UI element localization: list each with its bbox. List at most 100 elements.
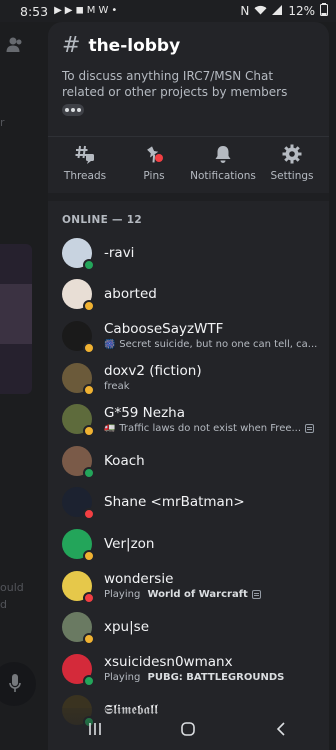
channel-header: # the-lobby To discuss anything IRC7/MSN… — [48, 22, 329, 120]
settings-button[interactable]: Settings — [259, 144, 325, 182]
youtube-icon: ▶ — [64, 5, 73, 16]
status-idle-indicator — [83, 425, 95, 438]
status-dnd-indicator — [83, 508, 95, 521]
threads-icon — [75, 145, 94, 164]
status-idle-indicator — [83, 300, 95, 313]
status-idle-indicator — [83, 549, 95, 562]
avatar — [62, 570, 95, 604]
member-name: xsuicidesn0wmanx — [104, 654, 233, 671]
rich-presence-icon — [251, 590, 261, 600]
home-icon[interactable] — [180, 721, 196, 737]
channel-topic[interactable]: To discuss anything IRC7/MSN Chat relate… — [62, 68, 315, 100]
bell-icon — [215, 146, 231, 163]
system-icons: N 12% — [240, 3, 328, 19]
wishlist-icon: W — [98, 5, 109, 16]
system-nav-bar — [48, 708, 329, 750]
member-name: G*59 Nezha — [104, 404, 185, 421]
member-item[interactable]: Shane <mrBatman> — [48, 482, 329, 524]
recent-apps-icon[interactable] — [87, 721, 103, 737]
status-idle-indicator — [83, 341, 95, 354]
status-bar: 8:53 ▶ ▶ ◼ M W • N 12% — [0, 0, 336, 22]
gmail-icon: M — [86, 5, 96, 16]
custom-status: freak — [104, 381, 130, 393]
custom-status: Traffic laws do not exist when Free... — [119, 422, 302, 434]
battery-icon — [320, 3, 328, 19]
member-item[interactable]: CabooseSayzWTF 🎆 Secret suicide, but no on… — [48, 315, 329, 357]
member-name: doxv2 (fiction) — [104, 363, 202, 380]
screen: 8:53 ▶ ▶ ◼ M W • N 12% r ould d # the-lo… — [0, 0, 336, 750]
member-name: wondersie — [104, 571, 174, 588]
member-item[interactable]: xpu|se — [48, 606, 329, 648]
gear-icon — [282, 144, 302, 164]
member-name: Shane <mrBatman> — [104, 494, 245, 511]
member-status-text: 🎆 Secret suicide, but no one can tell, ca… — [104, 339, 317, 350]
custom-status: Secret suicide, but no one can tell, ca.… — [119, 339, 318, 351]
status-time: 8:53 — [20, 3, 49, 19]
channel-info-panel: # the-lobby To discuss anything IRC7/MSN… — [48, 22, 329, 750]
member-item[interactable]: xsuicidesn0wmanx Playing PUBG: BATTLEGROU… — [48, 648, 329, 690]
avatar — [62, 362, 95, 396]
activity-name: World of Warcraft — [147, 589, 248, 601]
member-name: Ver|zon — [104, 535, 155, 552]
status-online-indicator — [83, 258, 95, 271]
notification-icons: ▶ ▶ ◼ M W • — [54, 6, 117, 16]
avatar — [62, 653, 95, 687]
member-status-text: 🚛 Traffic laws do not exist when Free... — [104, 422, 315, 434]
activity-name: PUBG: BATTLEGROUNDS — [147, 672, 285, 684]
member-item[interactable]: Ver|zon — [48, 523, 329, 565]
nfc-icon: N — [240, 4, 250, 18]
pin-icon — [147, 146, 163, 163]
member-name: -ravi — [104, 244, 135, 261]
avatar — [62, 279, 95, 313]
members-section-header: ONLINE — 12 — [62, 214, 142, 226]
signal-icon — [272, 4, 283, 18]
member-item[interactable]: Koach — [48, 440, 329, 482]
member-item[interactable]: G*59 Nezha 🚛 Traffic laws do not exist whe… — [48, 398, 329, 440]
channel-actions: Threads Pins Notifications Settings — [48, 137, 329, 189]
rich-presence-icon — [305, 423, 315, 433]
avatar — [62, 404, 95, 438]
member-status-text: Playing PUBG: BATTLEGROUNDS — [104, 672, 284, 683]
status-online-indicator — [83, 674, 95, 687]
channel-hash-icon: # — [62, 33, 81, 58]
status-prefix: 🚛 — [104, 423, 116, 434]
pins-label: Pins — [143, 170, 165, 182]
member-list: -ravi aborted CabooseSayzWTF 🎆 Secret suicid… — [48, 232, 329, 731]
wifi-icon — [254, 4, 267, 18]
member-name: xpu|se — [104, 619, 150, 636]
member-item[interactable]: -ravi — [48, 232, 329, 274]
chat-icon: ◼ — [75, 5, 84, 16]
back-icon[interactable] — [274, 721, 290, 737]
more-dot: • — [111, 5, 118, 16]
member-name: aborted — [104, 286, 157, 303]
more-options-icon[interactable] — [62, 104, 84, 116]
status-prefix: Playing — [104, 589, 144, 601]
avatar — [62, 487, 95, 521]
avatar — [62, 445, 95, 479]
notifications-label: Notifications — [190, 170, 256, 182]
status-dnd-indicator — [83, 591, 95, 604]
youtube-icon: ▶ — [54, 5, 62, 16]
status-prefix: Playing — [104, 672, 144, 684]
avatar — [62, 528, 95, 562]
threads-label: Threads — [63, 170, 107, 182]
member-item[interactable]: doxv2 (fiction) freak — [48, 357, 329, 399]
notifications-button[interactable]: Notifications — [190, 144, 256, 182]
member-name: Koach — [104, 452, 145, 469]
member-item[interactable]: aborted — [48, 274, 329, 316]
avatar — [62, 320, 95, 354]
avatar — [62, 612, 95, 646]
battery-level: 12% — [288, 4, 315, 18]
pins-button[interactable]: Pins — [121, 144, 187, 182]
member-name: CabooseSayzWTF — [104, 321, 224, 338]
status-idle-indicator — [83, 633, 95, 646]
member-status-text: freak — [104, 381, 202, 392]
settings-label: Settings — [270, 170, 314, 182]
member-item[interactable]: wondersie Playing World of Warcraft — [48, 565, 329, 607]
threads-button[interactable]: Threads — [52, 144, 118, 182]
member-status-text: Playing World of Warcraft — [104, 589, 261, 600]
status-online-indicator — [83, 466, 95, 479]
status-idle-indicator — [83, 383, 95, 396]
status-prefix: 🎆 — [104, 339, 116, 350]
channel-name: the-lobby — [88, 36, 181, 56]
